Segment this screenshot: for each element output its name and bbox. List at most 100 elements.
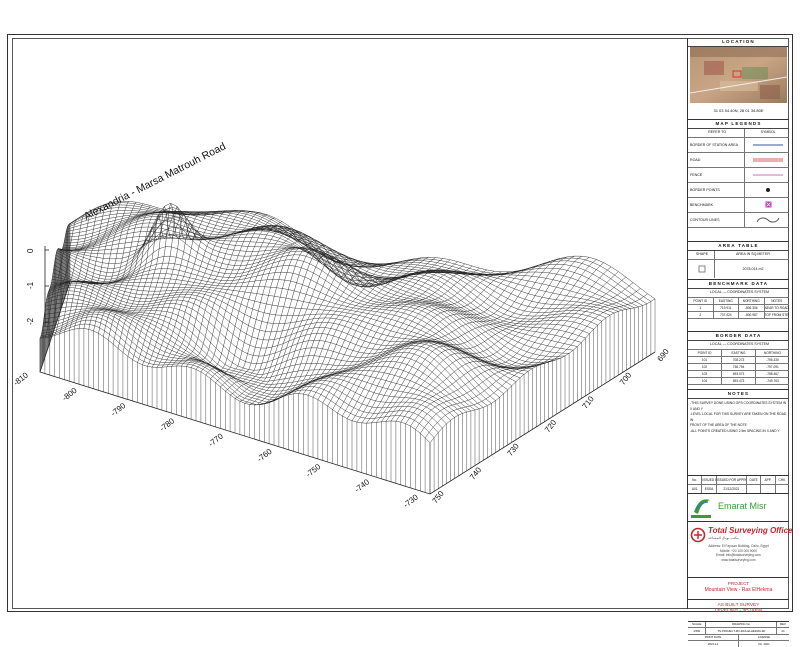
surface-col-line bbox=[327, 271, 502, 407]
benchmark-col: NORTHING bbox=[739, 297, 765, 304]
rev-cell bbox=[747, 485, 762, 493]
project-label: PROJECT bbox=[727, 581, 750, 586]
legend-row: BORDER OF STATION AREA bbox=[688, 137, 789, 153]
location-satellite-map bbox=[690, 47, 787, 103]
y-tick-label: 690 bbox=[655, 347, 671, 363]
benchmark-cols: POINT ID EASTING NORTHING NOTES bbox=[688, 297, 789, 305]
border-cell: 738.794 bbox=[722, 363, 756, 370]
rev-cell: ESSA bbox=[702, 485, 717, 493]
area-col-area: AREA IN SQ.METER bbox=[736, 252, 770, 256]
x-tick-label: -810 bbox=[12, 370, 31, 387]
revision-section: No. ISSUED BY ISSUED FOR APPROVAL DATE A… bbox=[688, 476, 789, 494]
rev-col: No. bbox=[688, 476, 703, 484]
surface-col-line bbox=[176, 217, 275, 367]
border-system: LOCAL — COORDINATES SYSTEM bbox=[709, 342, 770, 346]
benchmark-cell: TOP FROM STEPS bbox=[764, 312, 790, 317]
legend-rows: BORDER OF STATION AREA ROAD FENCE BORDER PO… bbox=[688, 137, 789, 228]
rev-col: DATE bbox=[747, 476, 762, 484]
note-line: -LEVEL LOCAL FOR THIS SURVEY ARE TAKEN O… bbox=[690, 412, 787, 422]
company-line: www.totalsurveying.com bbox=[721, 557, 756, 562]
location-section: LOCATION 31 03 54.40N, 28 01 34.80E bbox=[688, 38, 789, 120]
surface-row-line bbox=[41, 319, 439, 433]
area-header-row: SHAPE AREA IN SQ.METER bbox=[688, 251, 789, 260]
benchmark-cell: 1 bbox=[688, 304, 714, 311]
surface-col-line bbox=[356, 262, 546, 423]
legend-symbol-line-pink-icon bbox=[745, 168, 789, 182]
border-col: POINT ID bbox=[688, 349, 722, 356]
area-shape-thumb bbox=[688, 259, 715, 278]
note-line: -THIS SURVEY DONE USING GPS COORDINATES … bbox=[690, 401, 787, 411]
footer-scale: 1/500 bbox=[688, 628, 707, 634]
table-row: 101 708.273 -795.330 bbox=[688, 356, 789, 364]
client-logo bbox=[691, 499, 711, 518]
location-header: LOCATION bbox=[688, 38, 789, 47]
client-name: Emarat Misr bbox=[718, 501, 767, 511]
x-tick-label: -740 bbox=[353, 477, 372, 494]
legend-header: MAP LEGENDS bbox=[688, 120, 789, 129]
legend-row: BENCHMARK bbox=[688, 197, 789, 213]
rev-col: ISSUED BY bbox=[702, 476, 717, 484]
z-tick-label: -2 bbox=[26, 317, 35, 325]
border-system-row: LOCAL — COORDINATES SYSTEM bbox=[688, 341, 789, 350]
company-arabic: مكتب توتال للمساحة bbox=[708, 536, 739, 540]
area-col-shape: SHAPE bbox=[688, 251, 715, 259]
benchmark-cell: -806.306 bbox=[739, 304, 765, 311]
surface-row-line bbox=[42, 313, 447, 425]
legend-symbol-benchmark-icon bbox=[745, 198, 789, 212]
surface-row-line bbox=[40, 323, 435, 438]
border-cell: 693.473 bbox=[722, 377, 756, 384]
border-data-section: BORDER DATA LOCAL — COORDINATES SYSTEM P… bbox=[688, 332, 789, 390]
surface-col-line bbox=[390, 259, 597, 422]
legend-col-symbol: SYMBOL bbox=[760, 130, 776, 134]
footer-license: No. 2021 bbox=[758, 642, 770, 646]
legend-symbol-line-blue-icon bbox=[745, 138, 789, 152]
benchmark-cell: 737.424 bbox=[714, 311, 739, 318]
benchmark-cell: 2 bbox=[688, 311, 714, 318]
legend-row: CONTOUR LINES bbox=[688, 212, 789, 228]
rev-cell: 21/12/2021 bbox=[717, 485, 747, 493]
border-cell: 104 bbox=[688, 377, 722, 384]
y-tick-label: 720 bbox=[543, 418, 559, 434]
benchmark-col: EASTING bbox=[714, 297, 739, 304]
surface-row-line bbox=[44, 308, 463, 414]
border-header: BORDER DATA bbox=[688, 332, 789, 341]
x-tick-label: -800 bbox=[60, 386, 79, 403]
benchmark-cell: 719.911 bbox=[714, 304, 739, 311]
note-line: -ALL POINTS CREATED USING 2.5m SPACING I… bbox=[690, 428, 780, 433]
revision-cols: No. ISSUED BY ISSUED FOR APPROVAL DATE A… bbox=[688, 476, 789, 485]
area-value-row: 2078.014 m2 bbox=[688, 259, 789, 278]
y-tick-label: 700 bbox=[618, 370, 634, 386]
border-cell: -758.467 bbox=[766, 371, 779, 376]
footer-label: DRAWING No. bbox=[706, 622, 778, 627]
border-cell: -797.091 bbox=[766, 364, 779, 369]
legend-label: BENCHMARK bbox=[688, 197, 746, 212]
y-tick-label: 710 bbox=[580, 394, 596, 410]
border-cell: 693.073 bbox=[722, 370, 756, 377]
border-col: EASTING bbox=[722, 349, 756, 356]
legend-symbol-line-red-icon bbox=[745, 153, 789, 167]
rev-col: ISSUED FOR APPROVAL bbox=[716, 476, 747, 484]
table-row: 104 693.473 -749.763 bbox=[688, 377, 789, 385]
legend-col-refer: REFER TO bbox=[688, 129, 746, 137]
border-cell: 103 bbox=[688, 370, 722, 377]
z-tick-label: -1 bbox=[26, 281, 35, 289]
footer-label: SCALE bbox=[688, 622, 707, 627]
footer-rev: 01 bbox=[781, 629, 785, 633]
border-col: NORTHING bbox=[764, 350, 781, 355]
legend-symbol-contour-icon bbox=[745, 213, 789, 227]
x-tick-label: -790 bbox=[109, 401, 128, 418]
rev-cell: A01 bbox=[688, 485, 703, 493]
footer-label: REV. bbox=[780, 622, 787, 626]
border-cell: 708.273 bbox=[722, 356, 756, 363]
y-tick-label: 740 bbox=[468, 465, 484, 481]
rev-col: APP. bbox=[761, 476, 776, 484]
footer-section: SCALE DRAWING No. REV. 1/500 TS-PROJECT-… bbox=[688, 622, 789, 647]
plot-axes: 0 -1 -2 -810 -800 -790 -780 -770 -760 -750 -740 -73… bbox=[12, 246, 671, 510]
benchmark-cell: -800.987 bbox=[739, 311, 765, 318]
surface-col-line bbox=[278, 257, 429, 399]
x-tick-label: -730 bbox=[402, 492, 421, 509]
survey-line-1: AS BUILT SURVEY bbox=[717, 603, 760, 608]
benchmark-system: LOCAL — COORDINATES SYSTEM bbox=[709, 290, 770, 294]
legend-label: CONTOUR LINES bbox=[688, 212, 746, 227]
benchmark-header: BENCHMARK DATA bbox=[688, 280, 789, 289]
